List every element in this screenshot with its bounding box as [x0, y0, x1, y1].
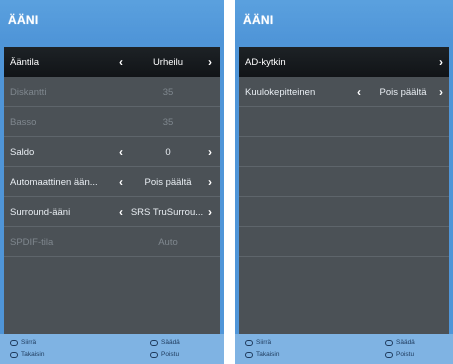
menu-row-auto-volume[interactable]: Automaattinen ään... ‹ Pois päältä ›: [4, 167, 220, 197]
dpad-icon: [245, 339, 253, 346]
footer-back-hint: Takaisin: [10, 351, 44, 358]
menu-row-treble: Diskantti 35: [4, 77, 220, 107]
menu-row-empty: [239, 167, 449, 197]
footer-move-label: Siirrä: [256, 339, 272, 346]
chevron-left-icon[interactable]: ‹: [119, 145, 123, 159]
chevron-left-icon[interactable]: ‹: [119, 55, 123, 69]
menu-row-empty: [239, 197, 449, 227]
menu-row-label: Kuulokepitteinen: [245, 87, 316, 98]
exit-button-icon: [385, 351, 393, 358]
menu-row-label: Automaattinen ään...: [10, 177, 98, 188]
menu-footer: Siirrä Takaisin Säädä Poistu: [235, 334, 453, 364]
menu-row-balance[interactable]: Saldo ‹ 0 ›: [4, 137, 220, 167]
chevron-right-icon[interactable]: ›: [439, 85, 443, 99]
dpad-icon: [385, 339, 393, 346]
footer-move-hint: Siirrä: [245, 339, 271, 346]
footer-back-hint: Takaisin: [245, 351, 279, 358]
chevron-left-icon[interactable]: ‹: [357, 85, 361, 99]
footer-exit-hint: Poistu: [385, 351, 414, 358]
menu-row-label: Saldo: [10, 147, 35, 158]
chevron-right-icon[interactable]: ›: [208, 175, 212, 189]
panel-gap: [224, 0, 235, 364]
menu-row-spdif: SPDIF-tila Auto: [4, 227, 220, 257]
menu-row-value: 0: [165, 147, 171, 158]
menu-row-value: 35: [162, 117, 174, 128]
menu-row-label: Diskantti: [10, 87, 47, 98]
sound-menu-panel-right: ÄÄNI AD-kytkin › Kuulokepitteinen ‹ Pois…: [235, 0, 453, 364]
chevron-right-icon[interactable]: ›: [439, 55, 443, 69]
menu-title: ÄÄNI: [243, 13, 274, 27]
footer-back-label: Takaisin: [256, 351, 280, 358]
menu-row-label: Surround-ääni: [10, 207, 71, 218]
menu-row-value: 35: [162, 87, 174, 98]
menu-row-value: Pois päältä: [379, 87, 427, 98]
menu-row-value: Urheilu: [152, 57, 184, 68]
footer-exit-hint: Poistu: [150, 351, 179, 358]
menu-row-headphone[interactable]: Kuulokepitteinen ‹ Pois päältä ›: [239, 77, 449, 107]
menu-row-label: AD-kytkin: [245, 57, 286, 68]
menu-footer: Siirrä Takaisin Säädä Poistu: [0, 334, 224, 364]
menu-row-value: Auto: [158, 237, 178, 248]
menu-row-sound-mode[interactable]: Ääntila ‹ Urheilu ›: [4, 47, 220, 77]
menu-row-label: Ääntila: [10, 57, 40, 68]
menu-row-label: Basso: [10, 117, 37, 128]
menu-row-ad-switch[interactable]: AD-kytkin ›: [239, 47, 449, 77]
back-button-icon: [10, 351, 18, 358]
menu-row-value: Pois päältä: [144, 177, 192, 188]
footer-adjust-label: Säädä: [161, 339, 180, 346]
dpad-icon: [150, 339, 158, 346]
menu-row-bass: Basso 35: [4, 107, 220, 137]
footer-move-hint: Siirrä: [10, 339, 36, 346]
footer-exit-label: Poistu: [396, 351, 415, 358]
footer-back-label: Takaisin: [21, 351, 45, 358]
chevron-right-icon[interactable]: ›: [208, 145, 212, 159]
footer-adjust-label: Säädä: [396, 339, 415, 346]
menu-row-empty: [239, 107, 449, 137]
menu-row-empty: [239, 137, 449, 167]
menu-row-surround[interactable]: Surround-ääni ‹ SRS TruSurrou... ›: [4, 197, 220, 227]
row-divider: [239, 256, 449, 257]
chevron-left-icon[interactable]: ‹: [119, 175, 123, 189]
dpad-icon: [10, 339, 18, 346]
row-divider: [4, 256, 220, 257]
footer-adjust-hint: Säädä: [150, 339, 180, 346]
footer-adjust-hint: Säädä: [385, 339, 415, 346]
back-button-icon: [245, 351, 253, 358]
chevron-left-icon[interactable]: ‹: [119, 205, 123, 219]
chevron-right-icon[interactable]: ›: [208, 55, 212, 69]
sound-menu-panel-left: ÄÄNI Ääntila ‹ Urheilu › Diskantti 35 Ba…: [0, 0, 224, 364]
menu-row-empty: [239, 227, 449, 257]
footer-exit-label: Poistu: [161, 351, 180, 358]
menu-list: AD-kytkin › Kuulokepitteinen ‹ Pois pääl…: [239, 47, 449, 334]
menu-row-label: SPDIF-tila: [10, 237, 54, 248]
menu-row-value: SRS TruSurrou...: [130, 207, 204, 218]
menu-list: Ääntila ‹ Urheilu › Diskantti 35 Basso 3…: [4, 47, 220, 334]
footer-move-label: Siirrä: [21, 339, 37, 346]
exit-button-icon: [150, 351, 158, 358]
chevron-right-icon[interactable]: ›: [208, 205, 212, 219]
menu-title: ÄÄNI: [8, 13, 39, 27]
